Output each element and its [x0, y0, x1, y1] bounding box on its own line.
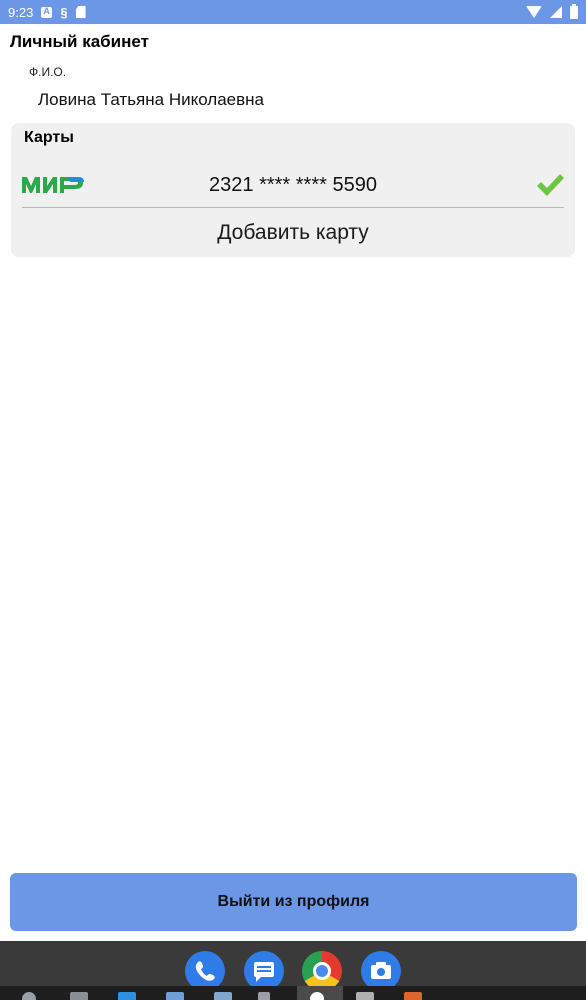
- code-icon[interactable]: [118, 992, 136, 1000]
- monitor-icon[interactable]: [214, 992, 232, 1000]
- check-icon: [537, 174, 564, 196]
- s-icon: §: [60, 4, 68, 20]
- app-dock: [0, 941, 586, 991]
- card-divider: [22, 207, 564, 208]
- logout-button[interactable]: Выйти из профиля: [10, 873, 577, 931]
- status-bar: 9:23 §: [0, 0, 586, 24]
- usb-icon[interactable]: [258, 992, 270, 1000]
- app-icon[interactable]: [404, 992, 422, 1000]
- phone-icon[interactable]: [185, 951, 225, 991]
- card-row[interactable]: 2321 **** **** 5590: [11, 163, 575, 209]
- network-icon[interactable]: [166, 992, 184, 1000]
- add-card-button[interactable]: Добавить карту: [11, 213, 575, 253]
- messages-icon[interactable]: [244, 951, 284, 991]
- browser-icon[interactable]: [310, 992, 324, 1000]
- messages-glyph: [254, 962, 274, 982]
- camera-icon[interactable]: [361, 951, 401, 991]
- card-number: 2321 **** **** 5590: [209, 174, 377, 196]
- fio-label: Ф.И.О.: [29, 65, 67, 79]
- camera-glyph: [371, 962, 391, 979]
- files-icon[interactable]: [70, 992, 88, 1000]
- cards-panel: Карты 2321 **** **** 5590 Добавить карту: [11, 123, 575, 257]
- battery-icon: [570, 3, 578, 19]
- chrome-icon[interactable]: [302, 951, 342, 991]
- sd-card-icon: [75, 6, 86, 18]
- fio-value: Ловина Татьяна Николаевна: [38, 90, 265, 109]
- page-title: Личный кабинет: [10, 32, 149, 51]
- terminal-icon[interactable]: [356, 992, 374, 1000]
- cards-title: Карты: [24, 129, 74, 146]
- status-time: 9:23: [8, 4, 34, 20]
- wifi-icon: [526, 6, 542, 18]
- phone-glyph: [195, 961, 215, 981]
- settings-icon[interactable]: [22, 992, 36, 1000]
- system-taskbar: [0, 986, 586, 1000]
- a-icon: [41, 6, 53, 18]
- signal-icon: [550, 6, 562, 18]
